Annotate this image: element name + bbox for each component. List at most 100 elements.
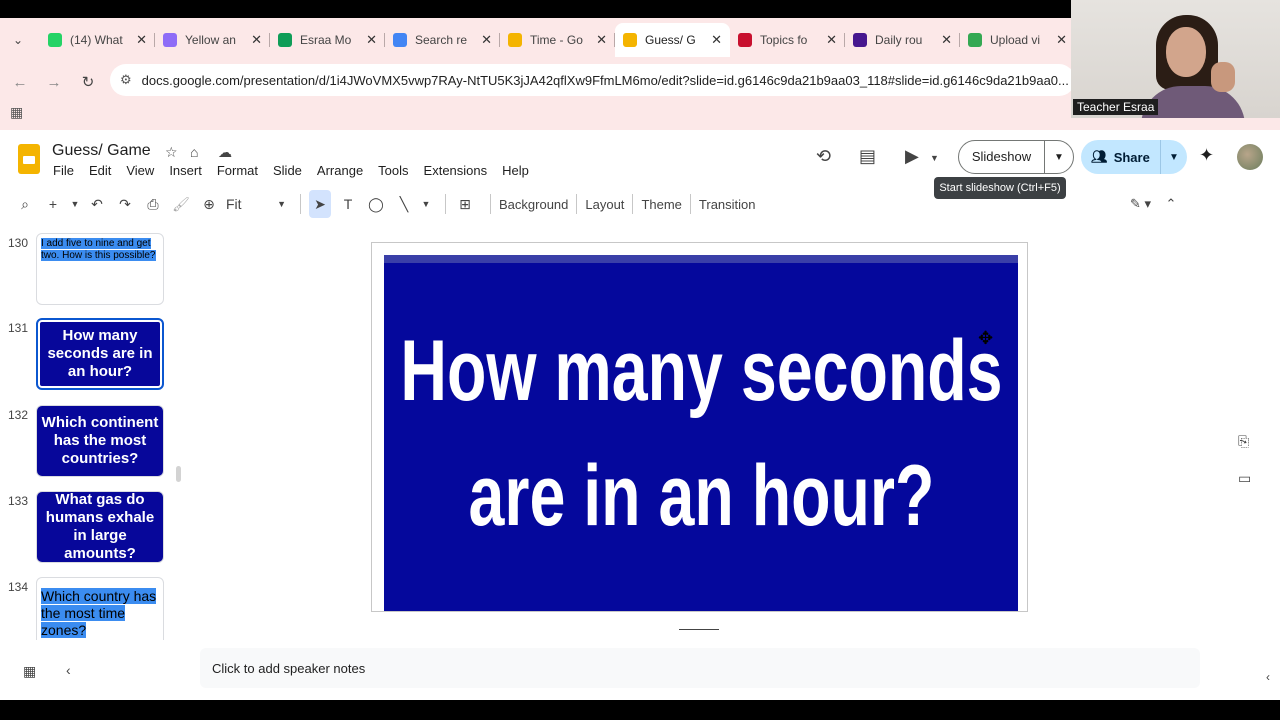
slide-thumbnail[interactable]: Which continent has the most countries? bbox=[36, 405, 164, 477]
text-box-icon[interactable]: T bbox=[337, 190, 359, 218]
new-slide-dropdown-icon[interactable]: ▼ bbox=[70, 190, 80, 218]
menu-tools[interactable]: Tools bbox=[378, 163, 408, 178]
close-icon[interactable]: ✕ bbox=[941, 32, 952, 48]
tab-title: Esraa Mo bbox=[300, 33, 352, 47]
browser-tab[interactable]: Upload vi ✕ bbox=[960, 23, 1075, 57]
speaker-notes[interactable]: Click to add speaker notes bbox=[200, 648, 1200, 688]
print-icon[interactable]: ⎙ bbox=[142, 190, 164, 218]
move-folder-icon[interactable]: ⌂ bbox=[190, 144, 198, 160]
url-text: docs.google.com/presentation/d/1i4JWoVMX… bbox=[141, 72, 1069, 88]
grid-view-icon[interactable]: ▦ bbox=[23, 663, 36, 680]
zoom-value: Fit bbox=[226, 196, 242, 212]
menu-format[interactable]: Format bbox=[217, 163, 258, 178]
browser-tab[interactable]: Search re ✕ bbox=[385, 23, 500, 57]
browser-tab[interactable]: Topics fo ✕ bbox=[730, 23, 845, 57]
close-icon[interactable]: ✕ bbox=[826, 32, 837, 48]
menu-file[interactable]: File bbox=[53, 163, 74, 178]
menu-extensions[interactable]: Extensions bbox=[424, 163, 488, 178]
reload-icon[interactable]: ↻ bbox=[76, 70, 100, 94]
zoom-select[interactable]: Fit ▼ bbox=[226, 190, 286, 218]
comments-icon[interactable]: ▤ bbox=[859, 146, 876, 167]
slide-thumbnail[interactable]: What gas do humans exhale in large amoun… bbox=[36, 491, 164, 563]
forward-icon[interactable]: → bbox=[42, 70, 66, 94]
slideshow-dropdown-icon[interactable]: ▼ bbox=[1045, 152, 1073, 163]
redo-icon[interactable]: ↷ bbox=[114, 190, 136, 218]
slide-canvas[interactable]: How many seconds are in an hour? bbox=[371, 242, 1028, 612]
shape-icon[interactable]: ◯ bbox=[365, 190, 387, 218]
menu-help[interactable]: Help bbox=[502, 163, 529, 178]
tab-title: Time - Go bbox=[530, 33, 583, 47]
browser-tab[interactable]: Esraa Mo ✕ bbox=[270, 23, 385, 57]
close-icon[interactable]: ✕ bbox=[1056, 32, 1067, 48]
menu-arrange[interactable]: Arrange bbox=[317, 163, 363, 178]
search-menus-icon[interactable]: ⌕ bbox=[14, 190, 36, 218]
notes-resize-handle[interactable] bbox=[679, 629, 719, 630]
expand-side-panel-icon[interactable]: ‹ bbox=[1266, 670, 1270, 684]
slide-text-line1: How many seconds bbox=[399, 322, 1003, 419]
close-icon[interactable]: ✕ bbox=[596, 32, 607, 48]
back-icon[interactable]: ← bbox=[8, 70, 32, 94]
comment-icon[interactable]: ⊞ bbox=[454, 190, 476, 218]
tab-title: Daily rou bbox=[875, 33, 923, 47]
close-icon[interactable]: ✕ bbox=[481, 32, 492, 48]
tab-title: Guess/ G bbox=[645, 33, 696, 47]
thumbnail-text: How many seconds are in an hour? bbox=[47, 327, 153, 380]
menu-slide[interactable]: Slide bbox=[273, 163, 302, 178]
collapse-filmstrip-icon[interactable]: ‹ bbox=[66, 662, 71, 678]
meet-dropdown-icon[interactable]: ▼ bbox=[930, 153, 939, 163]
keep-icon[interactable]: ⎘ bbox=[1238, 433, 1249, 450]
editing-mode-icon[interactable]: ✎ ▾ ⌃ bbox=[1130, 196, 1176, 212]
tab-search-chevron-icon[interactable]: ⌄ bbox=[6, 28, 30, 52]
cloud-status-icon[interactable]: ☁ bbox=[218, 144, 232, 161]
browser-tab[interactable]: Yellow an ✕ bbox=[155, 23, 270, 57]
theme-button[interactable]: Theme bbox=[641, 197, 681, 212]
browser-tab[interactable]: (14) What ✕ bbox=[40, 23, 155, 57]
undo-icon[interactable]: ↶ bbox=[86, 190, 108, 218]
document-title[interactable]: Guess/ Game bbox=[52, 142, 151, 160]
browser-tab[interactable]: Time - Go ✕ bbox=[500, 23, 615, 57]
share-dropdown-icon[interactable]: ▼ bbox=[1161, 152, 1187, 163]
browser-tab[interactable]: Guess/ G ✕ bbox=[615, 23, 730, 57]
slide-filmstrip: 130 I add five to nine and get two. How i… bbox=[0, 228, 190, 640]
meet-video-icon[interactable]: ▶ bbox=[905, 146, 919, 167]
apps-grid-icon[interactable]: ▦ bbox=[10, 104, 23, 121]
menu-insert[interactable]: Insert bbox=[169, 163, 202, 178]
gemini-icon[interactable]: ✦ bbox=[1199, 145, 1214, 166]
zoom-icon[interactable]: ⊕ bbox=[198, 190, 220, 218]
slide-thumbnail[interactable]: I add five to nine and get two. How is t… bbox=[36, 233, 164, 305]
site-info-icon[interactable]: ⚙ bbox=[120, 72, 132, 88]
transition-button[interactable]: Transition bbox=[699, 197, 756, 212]
close-icon[interactable]: ✕ bbox=[251, 32, 262, 48]
paint-format-icon[interactable]: 🖌︎ bbox=[170, 190, 192, 218]
background-button[interactable]: Background bbox=[499, 197, 568, 212]
slide-number: 134 bbox=[8, 580, 29, 594]
line-icon[interactable]: ╲ bbox=[393, 190, 415, 218]
select-cursor-icon[interactable]: ➤ bbox=[309, 190, 331, 218]
tab-title: Search re bbox=[415, 33, 468, 47]
kahoot-icon bbox=[853, 33, 867, 47]
line-dropdown-icon[interactable]: ▼ bbox=[421, 190, 431, 218]
browser-tab[interactable]: Daily rou ✕ bbox=[845, 23, 960, 57]
menu-edit[interactable]: Edit bbox=[89, 163, 111, 178]
new-slide-icon[interactable]: + bbox=[42, 190, 64, 218]
close-icon[interactable]: ✕ bbox=[366, 32, 377, 48]
slide-number: 130 bbox=[8, 236, 29, 250]
thumbnail-text: I add five to nine and get two. How is t… bbox=[41, 238, 156, 261]
slide-question-image[interactable]: How many seconds are in an hour? bbox=[384, 255, 1018, 611]
menu-view[interactable]: View bbox=[126, 163, 154, 178]
slide-thumbnail[interactable]: How many seconds are in an hour? bbox=[36, 318, 164, 390]
version-history-icon[interactable]: ⟲ bbox=[816, 146, 831, 167]
editing-toolbar: ⌕ + ▼ ↶ ↷ ⎙ 🖌︎ ⊕ Fit ▼ ➤ T ◯ ╲ ▼ ⊞ Backgr… bbox=[14, 190, 1200, 218]
account-avatar[interactable] bbox=[1237, 144, 1263, 170]
share-button[interactable]: 👥︎ Share ▼ bbox=[1081, 140, 1187, 174]
folder-icon[interactable]: ▭ bbox=[1238, 470, 1251, 487]
slides-logo-icon[interactable] bbox=[18, 144, 40, 174]
close-icon[interactable]: ✕ bbox=[136, 32, 147, 48]
url-bar[interactable]: ⚙ docs.google.com/presentation/d/1i4JWoV… bbox=[110, 64, 1075, 96]
slide-thumbnail[interactable]: Which country has the most time zones? bbox=[36, 577, 164, 640]
star-icon[interactable]: ☆ bbox=[165, 144, 178, 161]
close-icon[interactable]: ✕ bbox=[711, 32, 722, 48]
layout-button[interactable]: Layout bbox=[585, 197, 624, 212]
slideshow-button[interactable]: Slideshow ▼ bbox=[958, 140, 1074, 174]
filmstrip-scrollbar[interactable] bbox=[176, 466, 181, 482]
